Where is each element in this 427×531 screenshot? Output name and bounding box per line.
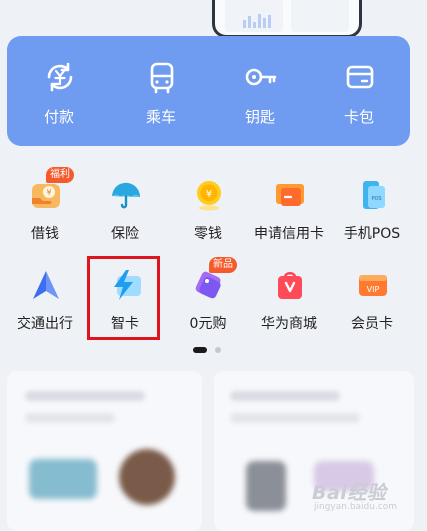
service-membership-card[interactable]: VIP 会员卡 — [332, 268, 412, 338]
mockup-ring-panel — [291, 0, 349, 32]
service-label: 会员卡 — [351, 316, 393, 332]
service-label: 手机POS — [343, 226, 401, 242]
quick-action-ride[interactable]: 乘车 — [111, 36, 211, 146]
page-dot[interactable] — [215, 347, 221, 353]
mockup-chart-panel — [225, 0, 283, 32]
credit-card-apply-icon — [276, 184, 304, 206]
watermark-brand: Bai经验 — [312, 482, 387, 504]
quick-action-key[interactable]: 钥匙 — [210, 36, 310, 146]
quick-action-payment[interactable]: 付款 — [9, 36, 109, 146]
quick-action-bar: 付款 乘车 钥匙 卡包 — [7, 36, 410, 146]
bus-icon — [150, 62, 174, 94]
card-wallet-icon — [346, 65, 374, 89]
service-insurance[interactable]: 保险 — [85, 178, 165, 248]
payment-refresh-icon — [47, 62, 73, 92]
quick-action-label: 卡包 — [343, 108, 374, 126]
watermark: Bai经验 jingyan.baidu.com — [306, 476, 424, 512]
key-icon — [245, 68, 277, 86]
quick-action-label: 乘车 — [145, 108, 176, 126]
svg-text:¥: ¥ — [206, 189, 212, 200]
service-mobile-pos[interactable]: POS 手机POS — [332, 178, 412, 248]
svg-text:¥: ¥ — [46, 188, 51, 197]
service-borrow[interactable]: ¥ 福利 借钱 — [5, 167, 85, 248]
quick-action-label: 钥匙 — [244, 108, 275, 126]
svg-text:POS: POS — [371, 196, 381, 202]
service-huawei-store[interactable]: 华为商城 — [249, 268, 329, 338]
badge-welfare: 福利 — [46, 167, 74, 183]
phone-mockup — [212, 0, 362, 38]
promo-card-left[interactable] — [7, 371, 202, 531]
tag-icon — [195, 271, 221, 299]
service-transport[interactable]: 交通出行 — [5, 268, 85, 338]
watermark-url: jingyan.baidu.com — [314, 502, 398, 512]
quick-action-label: 付款 — [43, 108, 74, 126]
shopping-bag-icon — [278, 272, 302, 299]
umbrella-icon — [112, 182, 140, 209]
page-dot-active[interactable] — [193, 347, 207, 353]
service-credit-card-apply[interactable]: 申请信用卡 — [249, 178, 329, 248]
navigation-arrow-icon — [33, 271, 59, 299]
quick-action-card-wallet[interactable]: 卡包 — [309, 36, 409, 146]
coin-icon: ¥ — [197, 181, 221, 211]
badge-new: 新品 — [209, 257, 237, 273]
service-zero-yuan-buy[interactable]: 新品 0元购 — [168, 257, 248, 338]
borrow-money-icon: ¥ — [32, 184, 60, 208]
mobile-pos-icon: POS — [363, 181, 385, 209]
highlight-box — [87, 256, 160, 340]
service-change[interactable]: ¥ 零钱 — [168, 178, 248, 248]
page-indicator — [193, 347, 221, 353]
vip-card-icon: VIP — [359, 275, 387, 296]
svg-text:VIP: VIP — [367, 285, 380, 294]
